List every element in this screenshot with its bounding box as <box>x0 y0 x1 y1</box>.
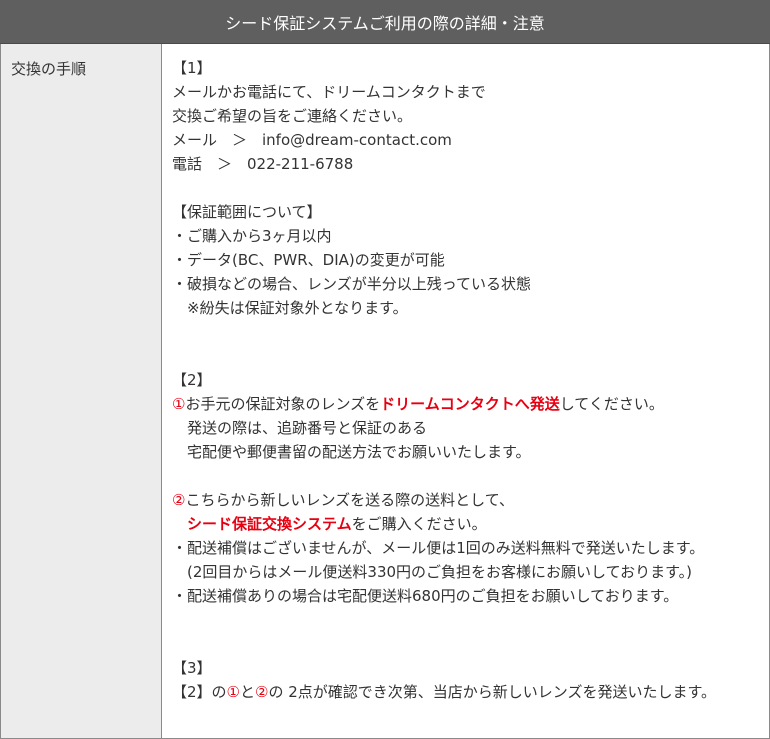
coverage-heading: 【保証範囲について】 <box>172 203 322 221</box>
step3-mid: と <box>240 683 256 701</box>
circled-number-2: ② <box>172 491 186 509</box>
step2-line1-post: してください。 <box>559 395 664 413</box>
step2-line4-text: こちらから新しいレンズを送る際の送料として、 <box>185 491 514 509</box>
highlight-seed-system: シード保証交換システム <box>187 515 352 533</box>
step2-heading: 【2】 <box>172 371 212 389</box>
step1-heading: 【1】 <box>172 59 212 77</box>
circled-number-2-ref: ② <box>255 683 269 701</box>
step2-line5-post: をご購入ください。 <box>351 515 487 533</box>
contact-email: メール ＞ info@dream-contact.com <box>172 131 452 149</box>
step2-line1-pre: お手元の保証対象のレンズを <box>185 395 381 413</box>
coverage-item-3: ・破損などの場合、レンズが半分以上残っている状態 <box>172 275 531 293</box>
step1-line2: 交換ご希望の旨をご連絡ください。 <box>172 107 413 125</box>
row-label: 交換の手順 <box>11 60 87 78</box>
step3-line: 【2】の①と②の 2点が確認でき次第、当店から新しいレンズを発送いたします。 <box>172 682 716 702</box>
step2-line8: ・配送補償ありの場合は宅配便送料680円のご負担をお願いしております。 <box>172 587 679 605</box>
step2-line1: ①お手元の保証対象のレンズをドリームコンタクトへ発送してください。 <box>172 394 664 414</box>
coverage-item-2: ・データ(BC、PWR、DIA)の変更が可能 <box>172 251 445 269</box>
step2-line4: ②こちらから新しいレンズを送る際の送料として、 <box>172 490 514 510</box>
circled-number-1: ① <box>172 395 186 413</box>
label-column: 交換の手順 <box>0 44 162 739</box>
section-title: シード保証システムご利用の際の詳細・注意 <box>225 13 545 33</box>
step2-line3: 宅配便や郵便書留の配送方法でお願いいたします。 <box>172 443 531 461</box>
step2-line6: ・配送補償はございませんが、メール便は1回のみ送料無料で発送いたします。 <box>172 539 705 557</box>
step2-line2: 発送の際は、追跡番号と保証のある <box>172 419 428 437</box>
step1-line1: メールかお電話にて、ドリームコンタクトまで <box>172 83 486 101</box>
step2-line7: (2回目からはメール便送料330円のご負担をお客様にお願いしております。) <box>172 563 692 581</box>
coverage-note: ※紛失は保証対象外となります。 <box>172 299 408 317</box>
step2-line5: シード保証交換システムをご購入ください。 <box>172 514 487 534</box>
step3-heading: 【3】 <box>172 659 212 677</box>
section-header: シード保証システムご利用の際の詳細・注意 <box>0 0 770 44</box>
step3-pre: 【2】の <box>172 683 227 701</box>
step3-post: の 2点が確認でき次第、当店から新しいレンズを発送いたします。 <box>268 683 716 701</box>
contact-phone: 電話 ＞ 022-211-6788 <box>172 155 354 173</box>
coverage-item-1: ・ご購入から3ヶ月以内 <box>172 227 332 245</box>
highlight-ship-to-dream: ドリームコンタクトへ発送 <box>380 395 560 413</box>
circled-number-1-ref: ① <box>226 683 240 701</box>
